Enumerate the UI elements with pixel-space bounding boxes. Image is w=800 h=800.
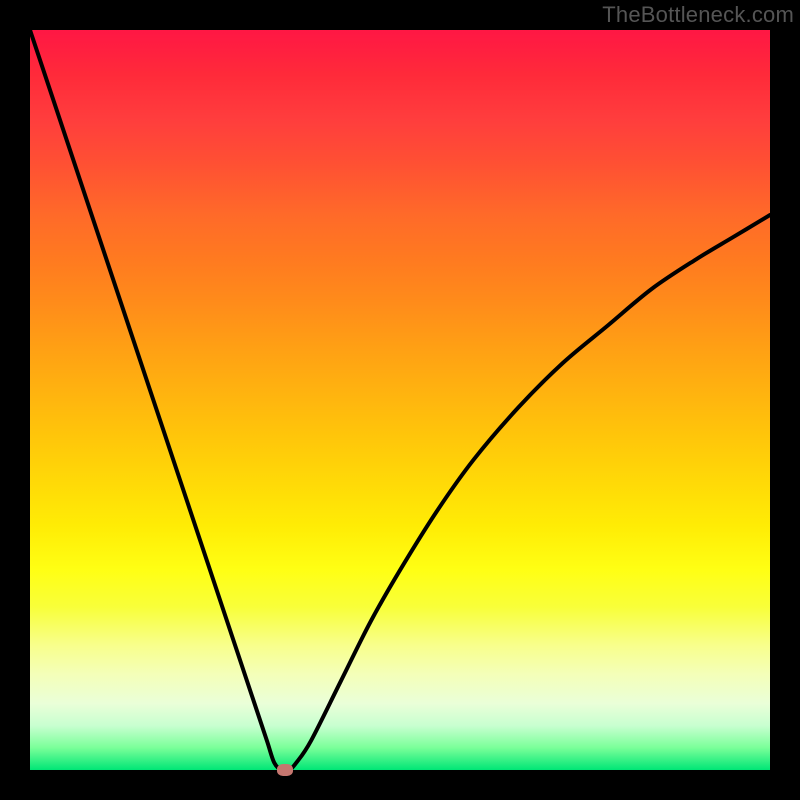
minimum-marker	[277, 764, 293, 776]
plot-area	[30, 30, 770, 770]
watermark-text: TheBottleneck.com	[602, 2, 794, 28]
chart-frame: TheBottleneck.com	[0, 0, 800, 800]
bottleneck-curve	[30, 30, 770, 770]
